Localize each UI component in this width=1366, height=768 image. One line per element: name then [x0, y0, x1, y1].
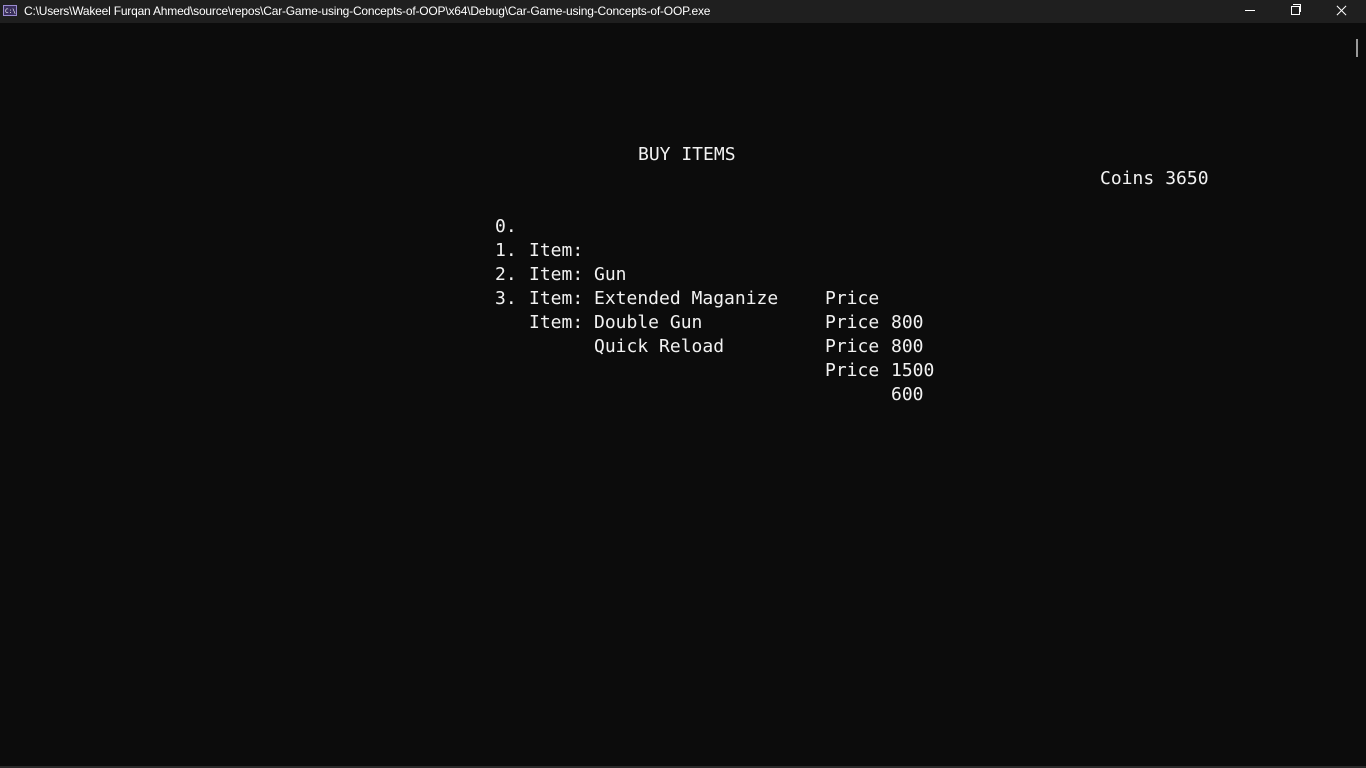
page-title: BUY ITEMS: [638, 144, 736, 165]
coins-label: Coins: [1100, 168, 1155, 189]
item-label: Item:: [529, 312, 584, 333]
list-item: 3. Item: Quick Reload Price 600: [495, 263, 924, 405]
list-item: 2. Item: Double Gun Price 1500: [495, 239, 934, 381]
price-label: Price: [825, 360, 880, 381]
title-bar[interactable]: C:\Users\Wakeel Furqan Ahmed\source\repo…: [0, 0, 1366, 23]
console-app-icon: [3, 0, 17, 23]
list-item: 1. Item: Extended Maganize Price 800: [495, 215, 924, 357]
price-label: Price: [825, 288, 880, 309]
minimize-icon[interactable]: [1227, 0, 1273, 23]
close-icon[interactable]: [1318, 0, 1364, 23]
price-label: Price: [825, 336, 880, 357]
list-item: 0. Item: Gun Price 800: [495, 191, 924, 333]
item-name: Double Gun: [594, 312, 703, 333]
vertical-scrollbar[interactable]: [1350, 23, 1366, 768]
item-name: Quick Reload: [594, 336, 725, 357]
item-price: 600: [891, 384, 924, 405]
coins-display: Coins 3650: [1100, 167, 1209, 191]
console-output[interactable]: BUY ITEMS Coins 3650 0. Item: Gun Price 8…: [0, 23, 1350, 768]
item-index: 3.: [495, 288, 517, 309]
restore-icon[interactable]: [1272, 0, 1318, 23]
item-name: Gun: [594, 264, 627, 285]
window-title: C:\Users\Wakeel Furqan Ahmed\source\repo…: [24, 4, 711, 18]
item-price: 800: [891, 312, 924, 333]
item-name: Extended Maganize: [594, 288, 779, 309]
item-price: 1500: [891, 360, 935, 381]
coins-value: 3650: [1165, 168, 1209, 189]
scroll-thumb[interactable]: [1356, 39, 1358, 57]
item-price: 800: [891, 336, 924, 357]
console-window: C:\Users\Wakeel Furqan Ahmed\source\repo…: [0, 0, 1366, 768]
price-label: Price: [825, 312, 880, 333]
